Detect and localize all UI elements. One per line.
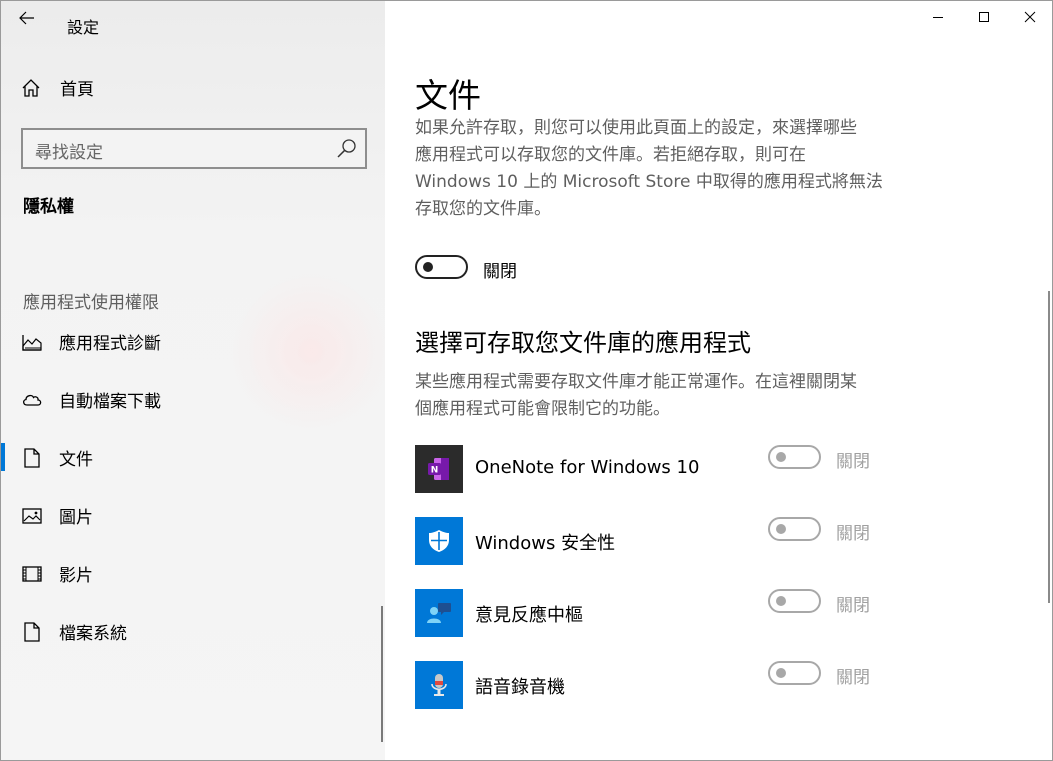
diagnostics-icon [22, 335, 42, 351]
sidebar-item-pictures[interactable]: 圖片 [1, 493, 385, 537]
search-icon[interactable] [336, 138, 358, 160]
toggle-state-label: 關閉 [836, 452, 870, 472]
windows-security-toggle[interactable] [768, 517, 821, 541]
minimize-button[interactable] [915, 1, 961, 33]
app-row-voice-recorder: 語音錄音機 關閉 [415, 661, 1015, 709]
sidebar-item-label: 應用程式診斷 [59, 334, 161, 354]
shield-icon [415, 517, 463, 565]
toggle-knob [776, 452, 786, 462]
sidebar-item-file-system[interactable]: 檔案系統 [1, 609, 385, 653]
app-row-windows-security: Windows 安全性 關閉 [415, 517, 1015, 565]
sidebar-item-label: 影片 [59, 566, 93, 586]
app-name: OneNote for Windows 10 [475, 457, 700, 478]
apps-heading: 選擇可存取您文件庫的應用程式 [415, 329, 751, 357]
description-line: Windows 10 上的 Microsoft Store 中取得的應用程式將無… [415, 172, 883, 192]
description-line: 應用程式可以存取您的文件庫。若拒絕存取，則可在 [415, 145, 806, 165]
app-name: 語音錄音機 [475, 677, 565, 698]
toggle-knob [423, 262, 433, 272]
onenote-toggle[interactable] [768, 445, 821, 469]
sidebar-scrollbar[interactable] [381, 606, 383, 742]
toggle-state-label: 關閉 [836, 668, 870, 688]
settings-window: 設定 首頁 尋找設定 隱私權 應用程式使用權限 應用程式診斷 自動檔案下載 文件… [0, 0, 1053, 761]
search-input[interactable]: 尋找設定 [21, 128, 367, 169]
sidebar-item-label: 首頁 [60, 80, 94, 100]
cloud-icon [23, 394, 42, 406]
sidebar-item-videos[interactable]: 影片 [1, 551, 385, 595]
description-line: 如果允許存取，則您可以使用此頁面上的設定，來選擇哪些 [415, 118, 857, 138]
feedback-icon [415, 589, 463, 637]
sidebar-item-app-diagnostics[interactable]: 應用程式診斷 [1, 319, 385, 363]
main-content: 文件 如果允許存取，則您可以使用此頁面上的設定，來選擇哪些 應用程式可以存取您的… [385, 1, 1052, 760]
app-row-feedback-hub: 意見反應中樞 關閉 [415, 589, 1015, 637]
close-icon [1024, 11, 1036, 23]
sidebar-item-label: 檔案系統 [59, 624, 127, 644]
toggle-state-label: 關閉 [836, 596, 870, 616]
description-line: 存取您的文件庫。 [415, 199, 551, 219]
voice-recorder-toggle[interactable] [768, 661, 821, 685]
sidebar-item-home[interactable]: 首頁 [1, 67, 385, 107]
video-icon [22, 566, 42, 582]
main-scrollbar[interactable] [1048, 291, 1050, 603]
onenote-icon: N [415, 445, 463, 493]
microphone-icon [415, 661, 463, 709]
sidebar-item-label: 文件 [59, 450, 93, 470]
page-title: 文件 [415, 76, 481, 115]
file-icon [24, 622, 40, 642]
documents-access-toggle[interactable] [415, 255, 468, 279]
document-icon [24, 448, 40, 468]
sidebar-item-label: 圖片 [59, 508, 93, 528]
apps-description: 某些應用程式需要存取文件庫才能正常運作。在這裡關閉某 個應用程式可能會限制它的功… [415, 369, 955, 423]
app-name: Windows 安全性 [475, 533, 616, 554]
close-button[interactable] [1007, 1, 1052, 33]
app-title: 設定 [67, 18, 100, 37]
search-placeholder: 尋找設定 [35, 143, 103, 163]
description-line: 個應用程式可能會限制它的功能。 [415, 399, 670, 419]
picture-icon [22, 508, 42, 524]
maximize-icon [979, 12, 989, 22]
back-arrow-icon [19, 11, 34, 25]
toggle-knob [776, 596, 786, 606]
group-title: 應用程式使用權限 [23, 293, 159, 313]
toggle-state-label: 關閉 [483, 262, 517, 282]
feedback-hub-toggle[interactable] [768, 589, 821, 613]
app-row-onenote: N OneNote for Windows 10 關閉 [415, 445, 1015, 493]
back-button[interactable] [9, 5, 45, 31]
toggle-state-label: 關閉 [836, 524, 870, 544]
sidebar-item-auto-download[interactable]: 自動檔案下載 [1, 377, 385, 421]
toggle-knob [776, 668, 786, 678]
sidebar-item-documents[interactable]: 文件 [1, 435, 385, 479]
sidebar: 設定 首頁 尋找設定 隱私權 應用程式使用權限 應用程式診斷 自動檔案下載 文件… [1, 1, 385, 760]
toggle-knob [776, 524, 786, 534]
svg-text:N: N [431, 466, 439, 476]
description-line: 某些應用程式需要存取文件庫才能正常運作。在這裡關閉某 [415, 372, 857, 392]
app-name: 意見反應中樞 [475, 605, 583, 626]
minimize-icon [933, 17, 943, 18]
home-icon [22, 79, 40, 97]
sidebar-item-label: 自動檔案下載 [59, 392, 161, 412]
maximize-button[interactable] [961, 1, 1007, 33]
section-title: 隱私權 [23, 197, 74, 217]
page-description: 如果允許存取，則您可以使用此頁面上的設定，來選擇哪些 應用程式可以存取您的文件庫… [415, 115, 955, 223]
